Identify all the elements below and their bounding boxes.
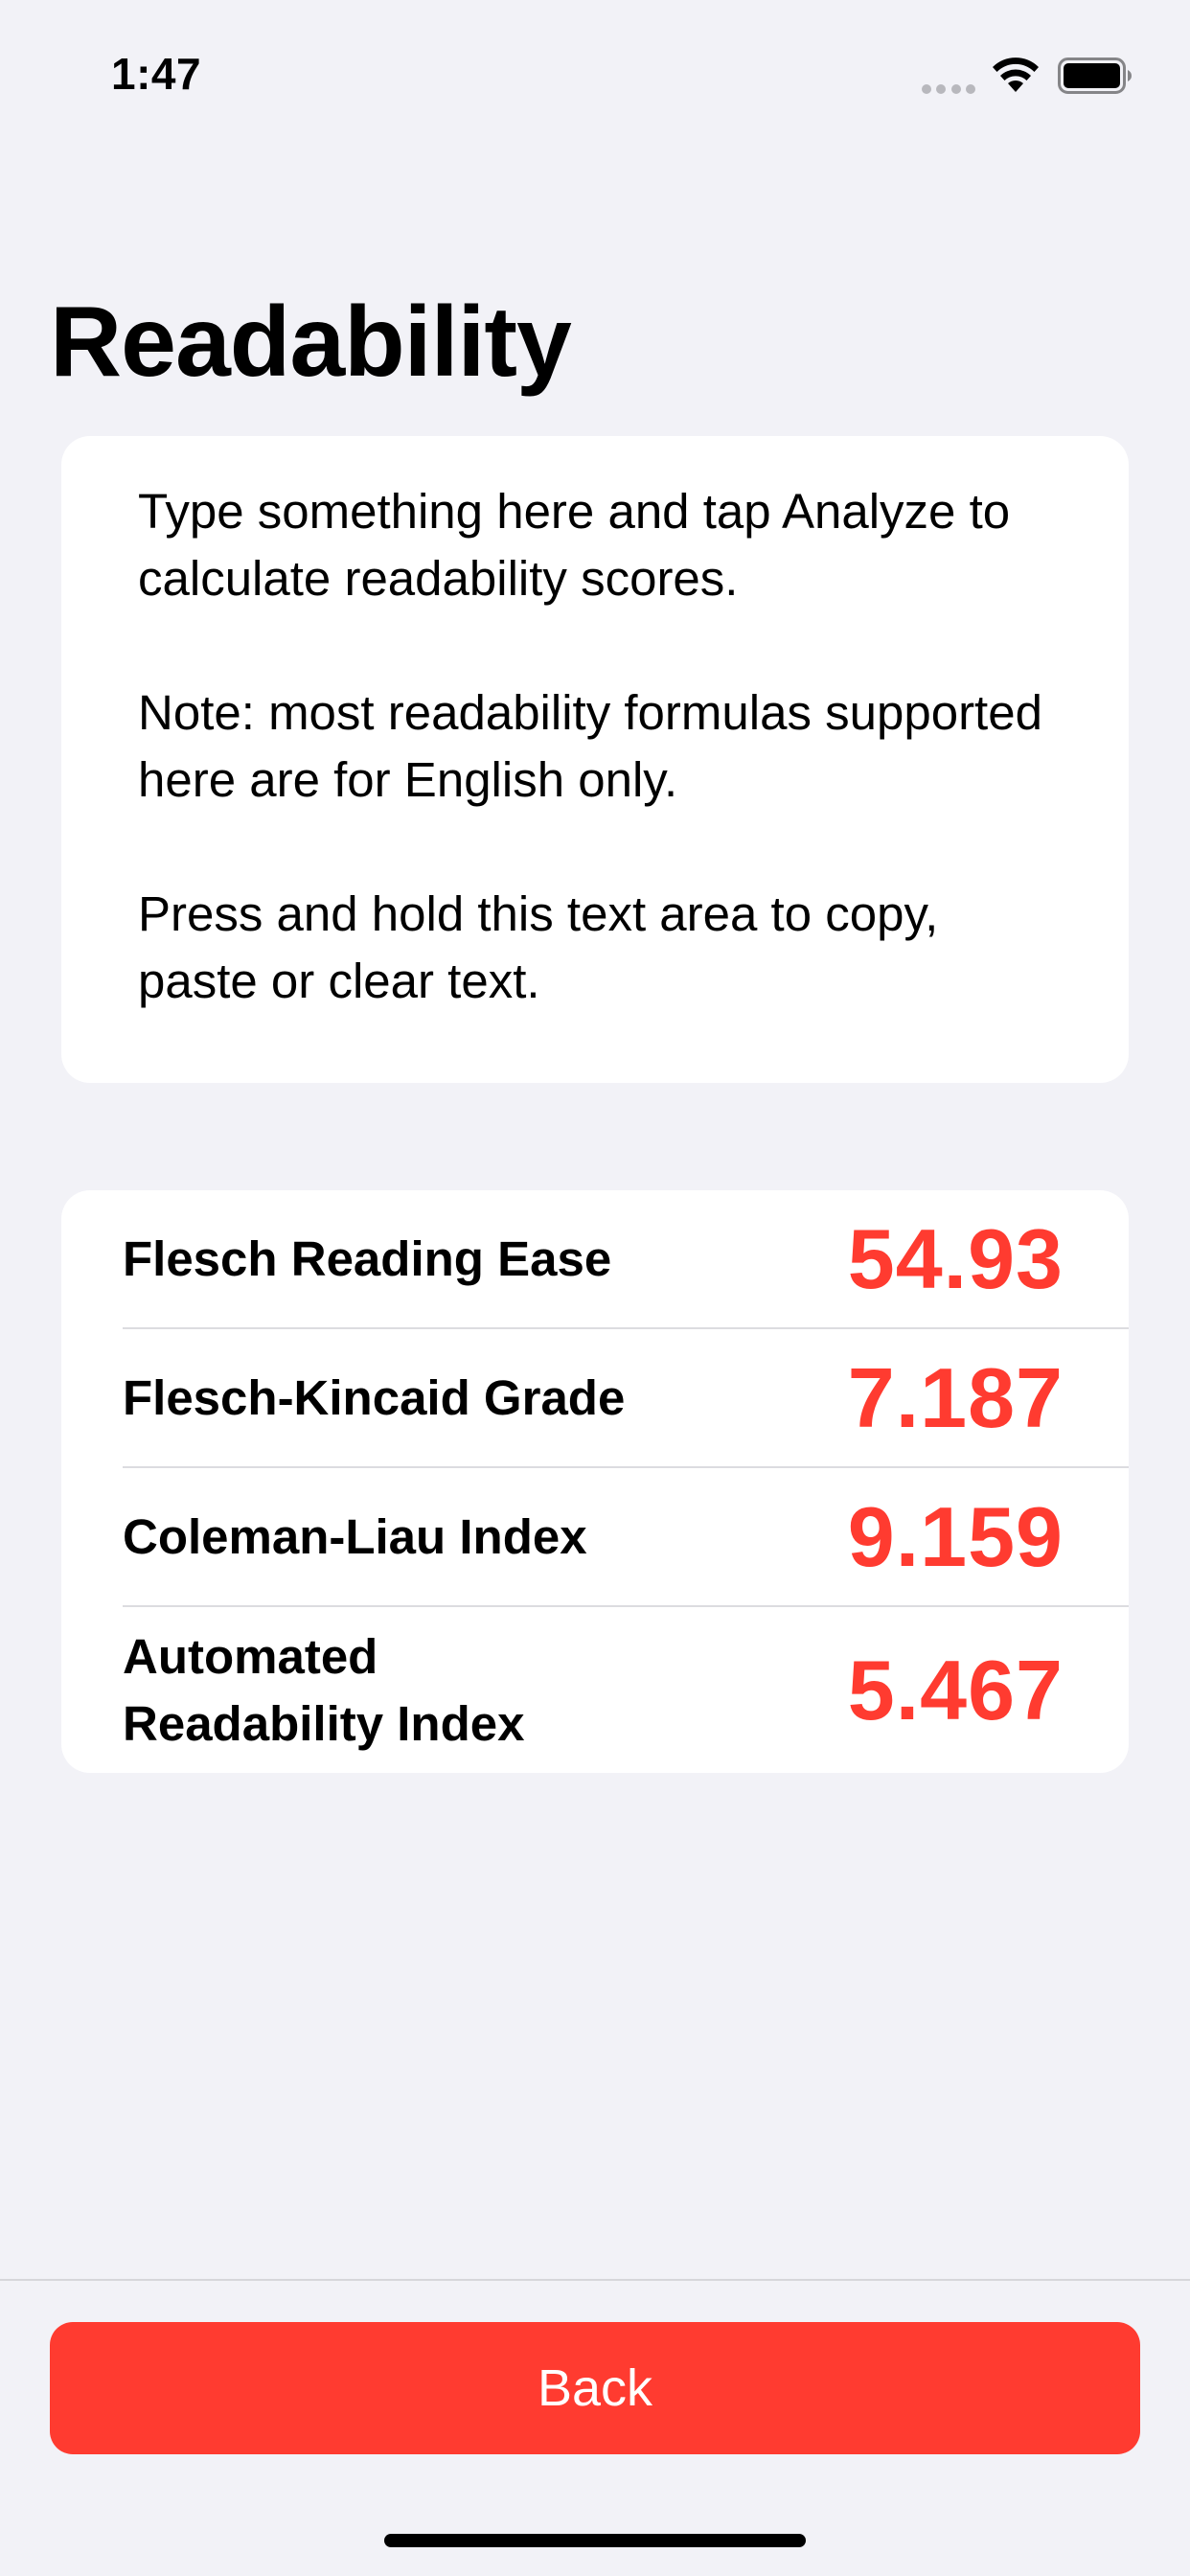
- page-title: Readability: [50, 287, 572, 398]
- toolbar-divider: [0, 2279, 1190, 2281]
- score-row-automated-readability-index: Automated Readability Index 5.467: [123, 1607, 1129, 1773]
- score-label: Automated Readability Index: [123, 1628, 525, 1751]
- scores-list: Flesch Reading Ease 54.93 Flesch-Kincaid…: [61, 1190, 1129, 1773]
- score-label: Coleman-Liau Index: [123, 1508, 587, 1564]
- text-paragraph-2: Note: most readability formulas supporte…: [138, 685, 1042, 807]
- text-input-area[interactable]: Type something here and tap Analyze to c…: [61, 436, 1129, 1083]
- score-row-flesch-kincaid-grade: Flesch-Kincaid Grade 7.187: [123, 1329, 1129, 1468]
- score-row-flesch-reading-ease: Flesch Reading Ease 54.93: [123, 1190, 1129, 1329]
- battery-icon: [1058, 58, 1132, 94]
- score-value: 9.159: [847, 1488, 1064, 1584]
- wifi-icon: [993, 58, 1039, 92]
- home-indicator: [384, 2534, 806, 2547]
- score-label: Flesch Reading Ease: [123, 1230, 612, 1286]
- signal-dots-icon: [922, 84, 975, 94]
- score-value: 5.467: [847, 1642, 1064, 1737]
- status-bar: 1:47: [0, 0, 1190, 134]
- score-value: 54.93: [847, 1210, 1064, 1306]
- text-paragraph-1: Type something here and tap Analyze to c…: [138, 484, 1011, 606]
- status-time: 1:47: [111, 49, 202, 99]
- back-button[interactable]: Back: [50, 2322, 1140, 2454]
- score-label: Flesch-Kincaid Grade: [123, 1369, 626, 1425]
- score-row-coleman-liau-index: Coleman-Liau Index 9.159: [123, 1468, 1129, 1607]
- score-value: 7.187: [847, 1349, 1064, 1445]
- text-paragraph-3: Press and hold this text area to copy, p…: [138, 886, 939, 1008]
